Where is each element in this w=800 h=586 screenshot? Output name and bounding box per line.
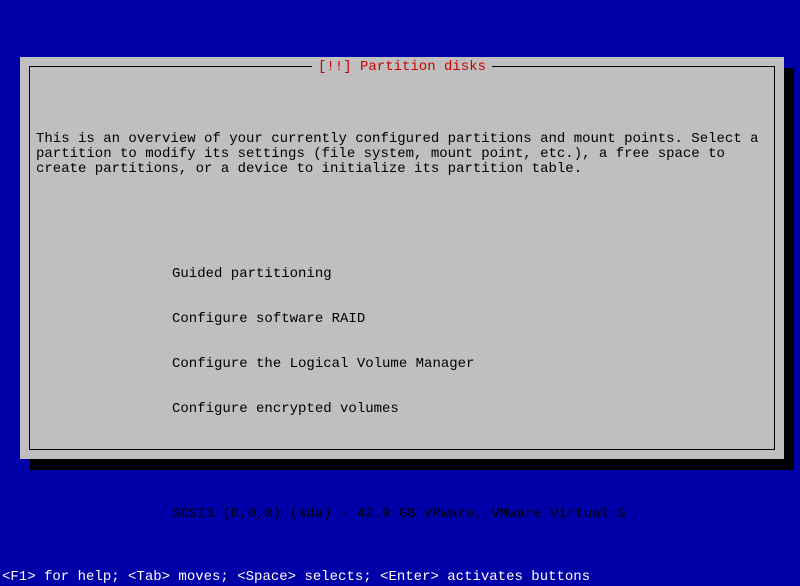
dialog-title: [!!] Partition disks (20, 60, 784, 75)
menu-configure-lvm[interactable]: Configure the Logical Volume Manager (172, 357, 768, 372)
intro-text: This is an overview of your currently co… (36, 132, 768, 177)
partition-dialog: [!!] Partition disks This is an overview… (20, 57, 784, 459)
menu-configure-raid[interactable]: Configure software RAID (172, 312, 768, 327)
menu-configure-encrypted[interactable]: Configure encrypted volumes (172, 402, 768, 417)
dialog-content: This is an overview of your currently co… (36, 87, 768, 586)
disk-header[interactable]: SCSI3 (0,0,0) (sda) - 42.9 GB VMware, VM… (172, 507, 768, 522)
help-bar: <F1> for help; <Tab> moves; <Space> sele… (0, 570, 800, 586)
top-menu: Guided partitioning Configure software R… (172, 237, 768, 447)
dialog-title-text: [!!] Partition disks (312, 59, 492, 75)
menu-guided-partitioning[interactable]: Guided partitioning (172, 267, 768, 282)
